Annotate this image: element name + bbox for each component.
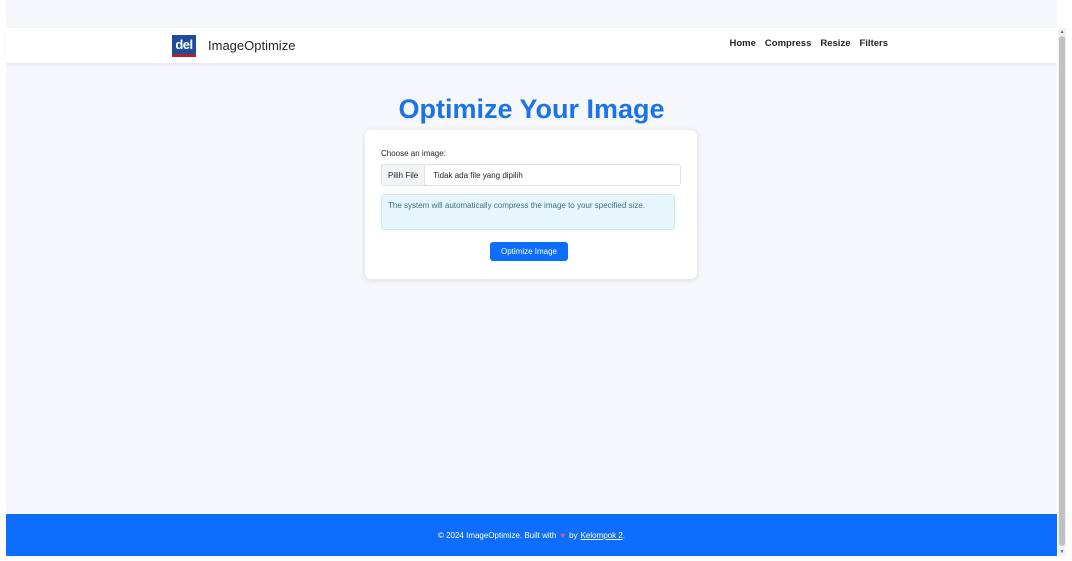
info-alert: The system will automatically compress t… — [381, 194, 675, 230]
optimize-image-button[interactable]: Optimize Image — [490, 242, 568, 261]
scroll-thumb[interactable] — [1059, 36, 1065, 546]
footer-by: by — [569, 530, 578, 540]
navbar: del ImageOptimize Home Compress Resize F… — [6, 28, 1057, 63]
scroll-up-icon[interactable]: ▲ — [1059, 29, 1065, 35]
file-input[interactable]: Pilih File Tidak ada file yang dipilih — [381, 164, 681, 186]
logo-text: del — [175, 36, 193, 52]
choose-file-button[interactable]: Pilih File — [382, 165, 426, 185]
brand-link[interactable]: del ImageOptimize — [172, 32, 295, 59]
nav-links: Home Compress Resize Filters — [730, 38, 889, 49]
del-logo-icon: del — [172, 34, 196, 57]
scroll-down-icon[interactable]: ▼ — [1059, 549, 1065, 555]
nav-filters[interactable]: Filters — [859, 38, 888, 49]
footer-period: . — [622, 530, 626, 540]
upload-card: Choose an image: Pilih File Tidak ada fi… — [365, 130, 697, 279]
footer-copyright: © 2024 ImageOptimize. Built with — [437, 530, 557, 540]
page-title: Optimize Your Image — [398, 94, 665, 124]
vertical-scrollbar[interactable]: ▲ ▼ — [1058, 28, 1066, 556]
nav-resize[interactable]: Resize — [820, 38, 850, 49]
brand-name: ImageOptimize — [208, 38, 296, 53]
nav-home[interactable]: Home — [730, 38, 756, 49]
heart-icon: ♥ — [560, 530, 566, 540]
page: del ImageOptimize Home Compress Resize F… — [6, 0, 1057, 556]
footer: © 2024 ImageOptimize. Built with ♥ by Ke… — [6, 514, 1057, 556]
choose-image-label: Choose an image: — [381, 149, 446, 158]
footer-author-link[interactable]: Kelompok 2 — [581, 531, 623, 540]
nav-compress[interactable]: Compress — [765, 38, 811, 49]
file-status-text: Tidak ada file yang dipilih — [433, 170, 523, 180]
